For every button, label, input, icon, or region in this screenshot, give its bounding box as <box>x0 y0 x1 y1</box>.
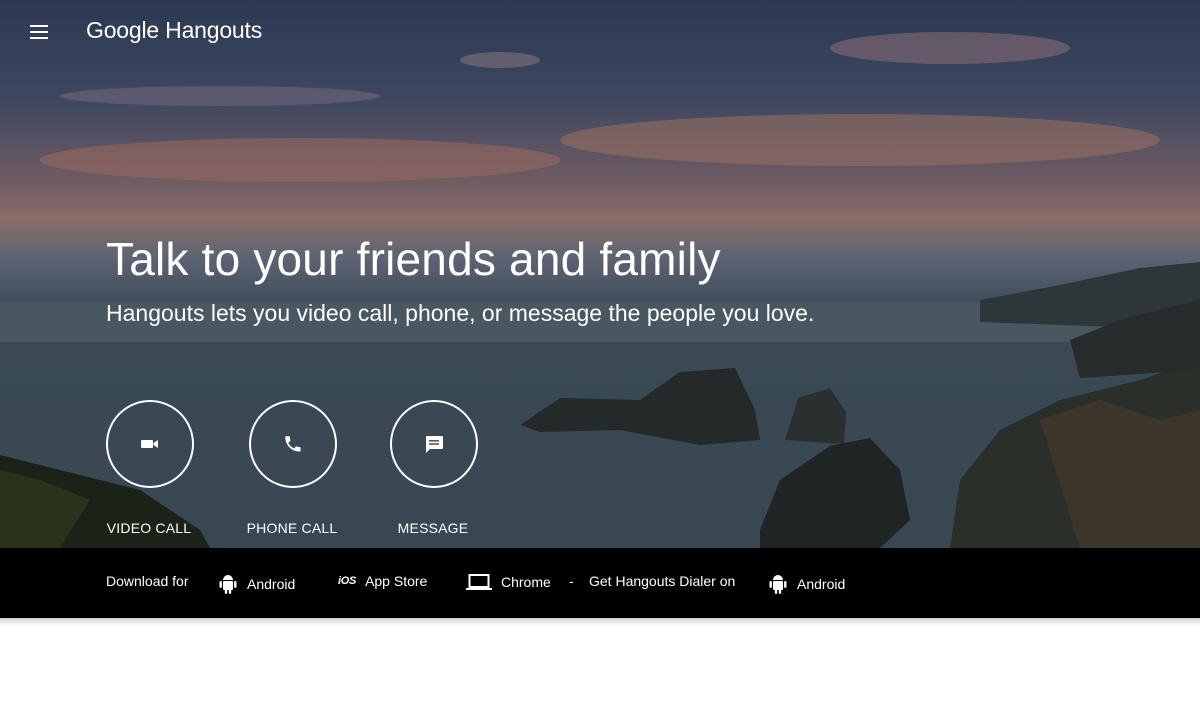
hero-headline: Talk to your friends and family <box>106 233 721 285</box>
hero-subline: Hangouts lets you video call, phone, or … <box>106 300 815 326</box>
dialer-android-label: Android <box>797 576 846 592</box>
hamburger-menu-icon[interactable] <box>24 18 54 46</box>
laptop-icon <box>466 574 492 590</box>
android-link-label: Android <box>247 576 296 592</box>
phone-call-circle[interactable] <box>249 400 337 488</box>
message-icon <box>426 436 443 453</box>
phone-icon <box>285 436 301 452</box>
message-circle[interactable] <box>390 400 478 488</box>
videocam-icon <box>141 440 158 448</box>
download-android-link[interactable]: Android <box>218 573 295 595</box>
dialer-android-link[interactable]: Android <box>768 573 845 595</box>
video-call-label: VIDEO CALL <box>106 520 192 536</box>
top-app-bar: Google Hangouts <box>0 0 1200 64</box>
video-call-button[interactable]: VIDEO CALL <box>85 400 215 540</box>
download-chrome-link[interactable]: Chrome <box>466 573 551 591</box>
separator: - <box>569 573 574 589</box>
separator-dash: - <box>569 573 574 589</box>
dialer-text: Get Hangouts Dialer on <box>589 573 735 589</box>
message-button[interactable]: MESSAGE <box>369 400 499 540</box>
download-prefix-text: Download for <box>106 573 189 589</box>
bar-shadow <box>0 618 1200 626</box>
dialer-text-label: Get Hangouts Dialer on <box>589 573 736 589</box>
chrome-link-label: Chrome <box>501 574 551 590</box>
download-prefix: Download for <box>106 573 189 589</box>
phone-call-button[interactable]: PHONE CALL <box>228 400 358 540</box>
video-call-circle[interactable] <box>106 400 194 488</box>
message-label: MESSAGE <box>397 520 469 536</box>
download-app-store-link[interactable]: iOS App Store <box>338 573 427 589</box>
phone-call-label: PHONE CALL <box>246 520 338 536</box>
android-icon <box>769 575 787 594</box>
brand-logo: Google Hangouts <box>86 17 263 43</box>
download-bar: Download for Android iOS App Store Chrom… <box>0 548 1200 618</box>
android-icon <box>219 575 237 594</box>
app-store-link-label: App Store <box>365 573 428 589</box>
ios-icon: iOS <box>338 575 357 587</box>
